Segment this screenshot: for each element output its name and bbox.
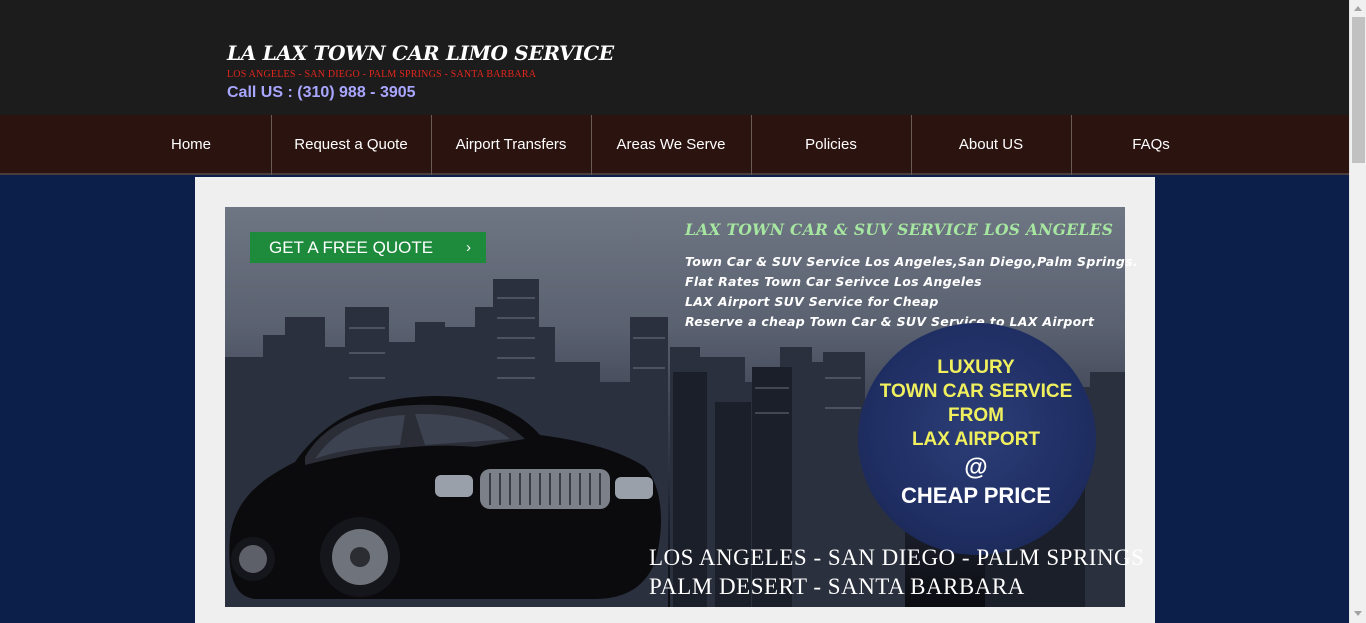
hero-cities-line: LOS ANGELES - SAN DIEGO - PALM SPRINGS: [649, 545, 1145, 570]
hero-line: LAX Airport SUV Service for Cheap: [685, 294, 939, 309]
badge-price: CHEAP PRICE: [901, 483, 1051, 508]
badge-line: FROM: [948, 405, 1004, 426]
nav-item-about-us[interactable]: About US: [911, 115, 1071, 175]
nav-item-airport-transfers[interactable]: Airport Transfers: [431, 115, 591, 175]
nav-item-areas-we-serve[interactable]: Areas We Serve: [591, 115, 751, 175]
call-us-phone[interactable]: Call US : (310) 988 - 3905: [227, 84, 416, 102]
badge-at: @: [964, 454, 988, 481]
badge-line: LUXURY: [937, 357, 1015, 378]
badge-line: LAX AIRPORT: [911, 429, 1041, 450]
nav-item-home[interactable]: Home: [111, 115, 271, 175]
scroll-up-icon[interactable]: [1354, 6, 1362, 11]
hero-cities-line: PALM DESERT - SANTA BARBARA: [649, 574, 1025, 599]
nav-item-request-quote[interactable]: Request a Quote: [271, 115, 431, 175]
get-free-quote-button[interactable]: GET A FREE QUOTE ›: [250, 232, 486, 263]
hero-line: Town Car & SUV Service Los Angeles,San D…: [685, 254, 1138, 269]
chevron-right-icon: ›: [466, 239, 471, 256]
site-tagline: LOS ANGELES - SAN DIEGO - PALM SPRINGS -…: [227, 69, 537, 80]
vertical-scrollbar[interactable]: [1349, 0, 1366, 623]
hero-line: Reserve a cheap Town Car & SUV Service t…: [685, 314, 1095, 329]
scroll-thumb[interactable]: [1352, 17, 1365, 163]
get-free-quote-label: GET A FREE QUOTE: [269, 238, 434, 257]
nav-item-policies[interactable]: Policies: [751, 115, 911, 175]
badge-line: TOWN CAR SERVICE: [879, 381, 1073, 402]
hero-heading: LAX TOWN CAR & SUV SERVICE LOS ANGELES: [685, 220, 1114, 239]
scroll-down-icon[interactable]: [1354, 611, 1362, 616]
nav-item-faqs[interactable]: FAQs: [1071, 115, 1231, 175]
site-title[interactable]: LA LAX TOWN CAR LIMO SERVICE: [227, 41, 614, 65]
main-nav: Home Request a Quote Airport Transfers A…: [0, 115, 1349, 175]
site-header: LA LAX TOWN CAR LIMO SERVICE LOS ANGELES…: [0, 0, 1349, 115]
hero-line: Flat Rates Town Car Serivce Los Angeles: [685, 274, 982, 289]
